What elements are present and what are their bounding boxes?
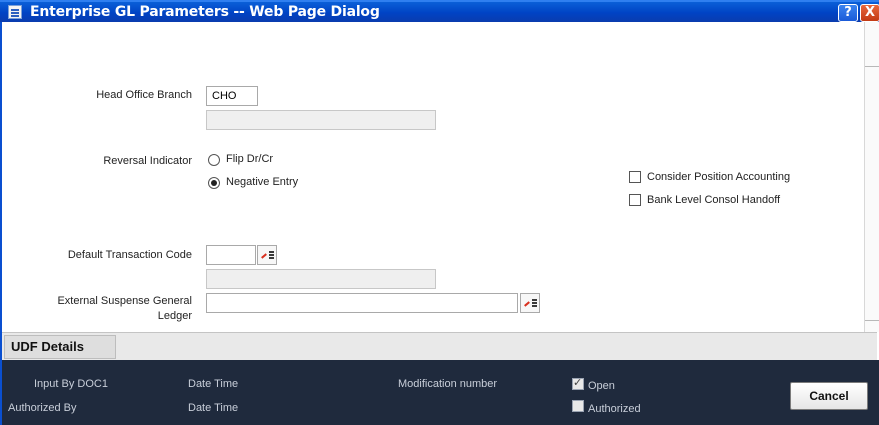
default-transaction-code-input[interactable]	[206, 245, 256, 265]
radio-flip-dr-cr-label: Flip Dr/Cr	[226, 153, 274, 165]
radio-negative-entry[interactable]	[208, 177, 220, 189]
form-area: Head Office Branch Reversal Indicator Fl…	[2, 22, 877, 332]
cancel-button[interactable]: Cancel	[790, 382, 868, 410]
input-date-time-text: Date Time	[188, 378, 239, 390]
input-by-text: Input By DOC1	[34, 378, 108, 390]
head-office-branch-label: Head Office Branch	[96, 89, 192, 101]
authorized-by-text: Authorized By	[8, 402, 77, 414]
external-suspense-gl-label: External Suspense General Ledger	[22, 294, 192, 324]
dialog-window-icon	[8, 5, 22, 19]
vertical-scrollbar[interactable]	[864, 22, 879, 332]
external-suspense-gl-lov-icon[interactable]	[520, 293, 540, 313]
bank-level-consol-handoff-label: Bank Level Consol Handoff	[647, 194, 781, 206]
reversal-indicator-label: Reversal Indicator	[103, 155, 192, 167]
external-suspense-gl-label-line1: External Suspense General	[57, 295, 192, 307]
head-office-branch-description	[206, 110, 436, 130]
radio-negative-entry-label: Negative Entry	[226, 176, 299, 188]
scrollbar-tick	[865, 66, 879, 67]
scrollbar-tick	[865, 320, 879, 321]
default-transaction-code-lov-icon[interactable]	[257, 245, 277, 265]
radio-flip-dr-cr[interactable]	[208, 154, 220, 166]
consider-position-accounting-label: Consider Position Accounting	[647, 171, 791, 183]
udf-details-button[interactable]: UDF Details	[4, 335, 116, 359]
external-suspense-gl-input[interactable]	[206, 293, 518, 313]
default-transaction-code-label: Default Transaction Code	[67, 249, 192, 261]
consider-position-accounting-checkbox[interactable]	[629, 171, 641, 183]
audit-footer: Input By DOC1 Date Time Authorized By Da…	[2, 360, 879, 425]
head-office-branch-input[interactable]	[206, 86, 258, 106]
title-bar: Enterprise GL Parameters -- Web Page Dia…	[0, 0, 879, 22]
close-button[interactable]: X	[860, 4, 879, 22]
open-label: Open	[588, 380, 615, 392]
open-checkbox	[572, 376, 584, 390]
authorized-date-time-text: Date Time	[188, 402, 239, 414]
default-transaction-code-description	[206, 269, 436, 289]
window-title: Enterprise GL Parameters -- Web Page Dia…	[30, 4, 380, 20]
udf-bar: UDF Details	[2, 332, 877, 361]
external-suspense-gl-label-line2: Ledger	[157, 310, 192, 322]
modification-number-text: Modification number	[398, 378, 498, 390]
help-button[interactable]: ?	[838, 4, 858, 22]
authorized-checkbox	[572, 400, 584, 412]
bank-level-consol-handoff-checkbox[interactable]	[629, 194, 641, 206]
authorized-label: Authorized	[588, 403, 641, 415]
